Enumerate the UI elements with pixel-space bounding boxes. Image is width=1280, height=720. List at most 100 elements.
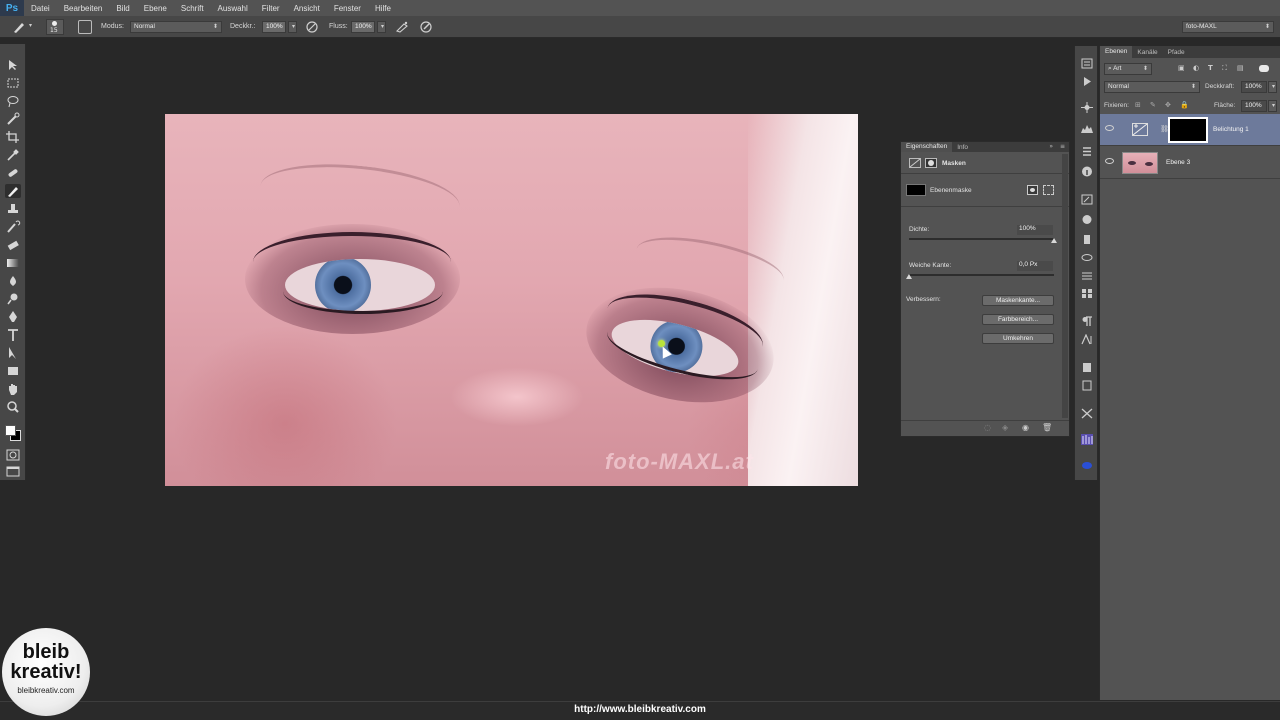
gradient-tool-icon[interactable] [5, 256, 21, 270]
properties-icon[interactable] [1081, 146, 1093, 157]
quick-mask-icon[interactable] [5, 448, 21, 462]
trash-icon[interactable]: 🗑 [1042, 423, 1052, 432]
eye-icon[interactable] [1105, 125, 1114, 131]
flow-input[interactable]: 100% [351, 21, 375, 33]
flow-slider-toggle[interactable]: ▾ [377, 21, 386, 33]
document-canvas[interactable]: foto-MAXL.at [165, 114, 858, 486]
lock-all-icon[interactable]: 🔒 [1180, 101, 1189, 109]
healing-brush-tool-icon[interactable] [5, 166, 21, 180]
feather-slider-knob[interactable] [906, 274, 912, 279]
history-brush-tool-icon[interactable] [5, 220, 21, 234]
mode-dropdown[interactable]: Normal ⬍ [130, 21, 222, 33]
character-icon[interactable] [1081, 333, 1093, 345]
color-swatches[interactable] [3, 422, 23, 444]
brush-preset-icon[interactable] [12, 20, 26, 34]
paragraph-icon[interactable] [1081, 316, 1093, 327]
zoom-tool-icon[interactable] [5, 400, 21, 414]
adjustment-icon[interactable] [909, 158, 921, 168]
notes-icon[interactable] [1081, 362, 1093, 373]
tab-ebenen[interactable]: Ebenen [1100, 46, 1133, 58]
layer-mask-thumbnail[interactable] [1168, 117, 1208, 143]
filter-pixel-icon[interactable]: ▣ [1178, 64, 1185, 72]
menu-bearbeiten[interactable]: Bearbeiten [57, 4, 110, 13]
screen-mode-icon[interactable] [5, 464, 21, 478]
properties-scrollbar[interactable] [1062, 154, 1068, 418]
airbrush-icon[interactable] [395, 20, 409, 34]
panel-menu-icon[interactable]: ≡ [1060, 143, 1065, 150]
tools-cross-icon[interactable] [1081, 408, 1093, 419]
filter-smart-object-icon[interactable]: ▤ [1237, 64, 1244, 72]
tab-pfade[interactable]: Pfade [1163, 49, 1190, 56]
load-selection-icon[interactable]: ◌ [984, 423, 991, 432]
actions-play-icon[interactable] [1081, 76, 1093, 87]
layer-filter-dropdown[interactable]: ⌕ Art ⬍ [1104, 63, 1152, 75]
filter-shape-icon[interactable]: ⛶ [1222, 64, 1227, 73]
menu-filter[interactable]: Filter [255, 4, 287, 13]
hand-tool-icon[interactable] [5, 382, 21, 396]
brush-panel-toggle-icon[interactable] [78, 20, 92, 34]
swatches-grid-icon[interactable] [1081, 288, 1093, 299]
density-input[interactable]: 100% [1017, 225, 1053, 235]
apply-mask-icon[interactable]: ◈ [1002, 423, 1008, 432]
menu-bild[interactable]: Bild [109, 4, 136, 13]
density-slider-knob[interactable] [1051, 238, 1057, 243]
vector-mask-button[interactable] [1043, 185, 1054, 195]
type-tool-icon[interactable] [5, 328, 21, 342]
layer-comps-icon[interactable] [1081, 270, 1093, 281]
history-icon[interactable] [1081, 58, 1093, 69]
filter-adjustment-icon[interactable]: ◐ [1193, 64, 1199, 72]
menu-hilfe[interactable]: Hilfe [368, 4, 398, 13]
lock-position-icon[interactable]: ✥ [1165, 101, 1171, 109]
mask-icon[interactable] [925, 158, 937, 168]
lock-transparent-icon[interactable]: ⊞ [1135, 101, 1141, 109]
brush-size-picker[interactable]: 15 [46, 19, 64, 35]
pen-tool-icon[interactable] [5, 310, 21, 324]
workspace-dropdown[interactable]: foto-MAXL ⬍ [1182, 21, 1274, 33]
info-icon[interactable] [1081, 166, 1093, 177]
blur-tool-icon[interactable] [5, 274, 21, 288]
move-tool-icon[interactable] [5, 58, 21, 72]
tab-eigenschaften[interactable]: Eigenschaften [901, 142, 953, 152]
marquee-tool-icon[interactable] [5, 76, 21, 90]
plugin-panel-icon[interactable] [1081, 434, 1093, 445]
pressure-size-icon[interactable] [419, 20, 433, 34]
invert-button[interactable]: Umkehren [982, 333, 1054, 344]
brush-tool-icon[interactable] [5, 184, 21, 198]
lasso-tool-icon[interactable] [5, 94, 21, 108]
menu-ansicht[interactable]: Ansicht [287, 4, 327, 13]
feather-input[interactable]: 0,0 Px [1017, 261, 1053, 271]
filter-type-icon[interactable]: T [1208, 64, 1213, 72]
menu-datei[interactable]: Datei [24, 4, 57, 13]
quick-selection-tool-icon[interactable] [5, 112, 21, 126]
visibility-icon[interactable]: ◉ [1022, 423, 1029, 432]
lock-pixels-icon[interactable]: ✎ [1150, 101, 1156, 109]
foreground-color-swatch[interactable] [5, 425, 16, 436]
layer-opacity-slider-toggle[interactable]: ▾ [1268, 81, 1277, 93]
mask-edge-button[interactable]: Maskenkante... [982, 295, 1054, 306]
pressure-opacity-icon[interactable] [305, 20, 319, 34]
3d-icon[interactable] [1081, 252, 1093, 263]
density-slider[interactable] [909, 238, 1054, 240]
menu-fenster[interactable]: Fenster [327, 4, 368, 13]
color-range-button[interactable]: Farbbereich... [982, 314, 1054, 325]
tool-presets-icon[interactable] [1081, 234, 1093, 245]
opacity-slider-toggle[interactable]: ▾ [288, 21, 297, 33]
rectangle-tool-icon[interactable] [5, 364, 21, 378]
tab-kanaele[interactable]: Kanäle [1132, 49, 1162, 56]
fill-slider-toggle[interactable]: ▾ [1268, 100, 1277, 112]
opacity-input[interactable]: 100% [262, 21, 286, 33]
layer-row-belichtung-1[interactable]: ⛓ Belichtung 1 [1100, 114, 1280, 146]
eraser-tool-icon[interactable] [5, 238, 21, 252]
blend-mode-dropdown[interactable]: Normal ⬍ [1104, 81, 1200, 93]
tab-info[interactable]: Info [952, 144, 973, 151]
layer-opacity-input[interactable]: 100% [1241, 81, 1267, 93]
clone-stamp-tool-icon[interactable] [5, 202, 21, 216]
path-selection-tool-icon[interactable] [5, 346, 21, 360]
collapse-icon[interactable]: » [1049, 143, 1053, 150]
dodge-tool-icon[interactable] [5, 292, 21, 306]
feather-slider[interactable] [909, 274, 1054, 276]
footer-url[interactable]: http://www.bleibkreativ.com [0, 704, 1280, 715]
layer-row-ebene-3[interactable]: Ebene 3 [1100, 147, 1280, 179]
clone-source-icon[interactable] [1081, 214, 1093, 225]
fill-input[interactable]: 100% [1241, 100, 1267, 112]
